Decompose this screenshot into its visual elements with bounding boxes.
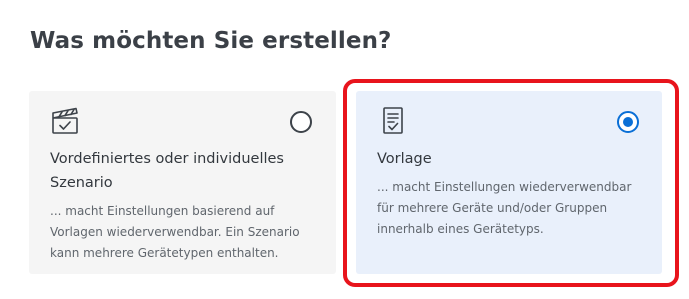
template-radio[interactable]	[617, 111, 639, 133]
page-title: Was möchten Sie erstellen?	[30, 28, 392, 54]
radio-selected-dot	[623, 117, 633, 127]
option-description: ... macht Einstellungen wiederverwendbar…	[377, 180, 632, 236]
option-card-template[interactable]: Vorlage ... macht Einstellungen wiederve…	[356, 91, 662, 274]
option-description: ... macht Einstellungen basierend auf Vo…	[50, 204, 300, 260]
option-card-scenario[interactable]: Vordefiniertes oder individuelles Szenar…	[29, 91, 336, 274]
clapperboard-check-icon	[51, 107, 81, 135]
document-check-icon	[380, 106, 406, 136]
option-title: Vordefiniertes oder individuelles Szenar…	[50, 151, 284, 191]
scenario-radio[interactable]	[290, 111, 312, 133]
option-title: Vorlage	[377, 151, 432, 167]
